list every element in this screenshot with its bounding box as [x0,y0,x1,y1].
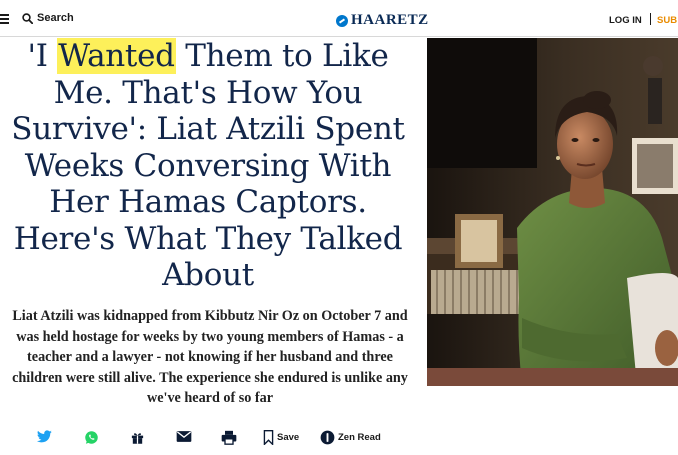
article-headline: 'I Wanted Them to Like Me. That's How Yo… [4,38,412,294]
headline-highlighted-word: Wanted [57,38,176,74]
print-icon [221,430,237,445]
gift-article-button[interactable] [130,430,145,445]
subscribe-link[interactable]: SUB [657,15,677,26]
login-link[interactable]: LOG IN [609,15,642,26]
article-subheadline: Liat Atzili was kidnapped from Kibbutz N… [12,308,408,406]
search-button[interactable]: Search [22,12,74,24]
zen-read-icon [320,430,335,445]
print-button[interactable] [221,430,237,445]
portrait-illustration [427,38,678,386]
haaretz-logo-icon [336,14,348,27]
email-icon [176,431,192,442]
zen-read-button[interactable]: Zen Read [320,430,381,445]
haaretz-logo[interactable]: HAARETZ [336,12,429,29]
bookmark-icon [263,430,274,445]
header-divider [650,13,651,25]
search-label: Search [37,12,74,24]
zen-read-label: Zen Read [338,432,381,443]
save-label: Save [277,432,300,443]
hamburger-menu-icon[interactable] [0,14,9,24]
haaretz-logo-text: HAARETZ [351,12,429,28]
top-navigation-bar: Search HAARETZ LOG IN SUB [0,0,678,37]
article-lead-photo [427,38,678,386]
headline-text-rest: Them to Like Me. That's How You Survive'… [11,38,405,293]
search-icon [22,12,33,24]
headline-text-start: 'I [27,38,58,74]
gift-icon [131,433,144,444]
twitter-share-button[interactable] [37,430,52,443]
whatsapp-icon [85,431,98,444]
save-article-button[interactable]: Save [263,430,299,445]
email-share-button[interactable] [176,430,192,443]
twitter-icon [37,430,52,443]
whatsapp-share-button[interactable] [84,430,99,445]
share-toolbar: Save Zen Read [0,426,420,454]
